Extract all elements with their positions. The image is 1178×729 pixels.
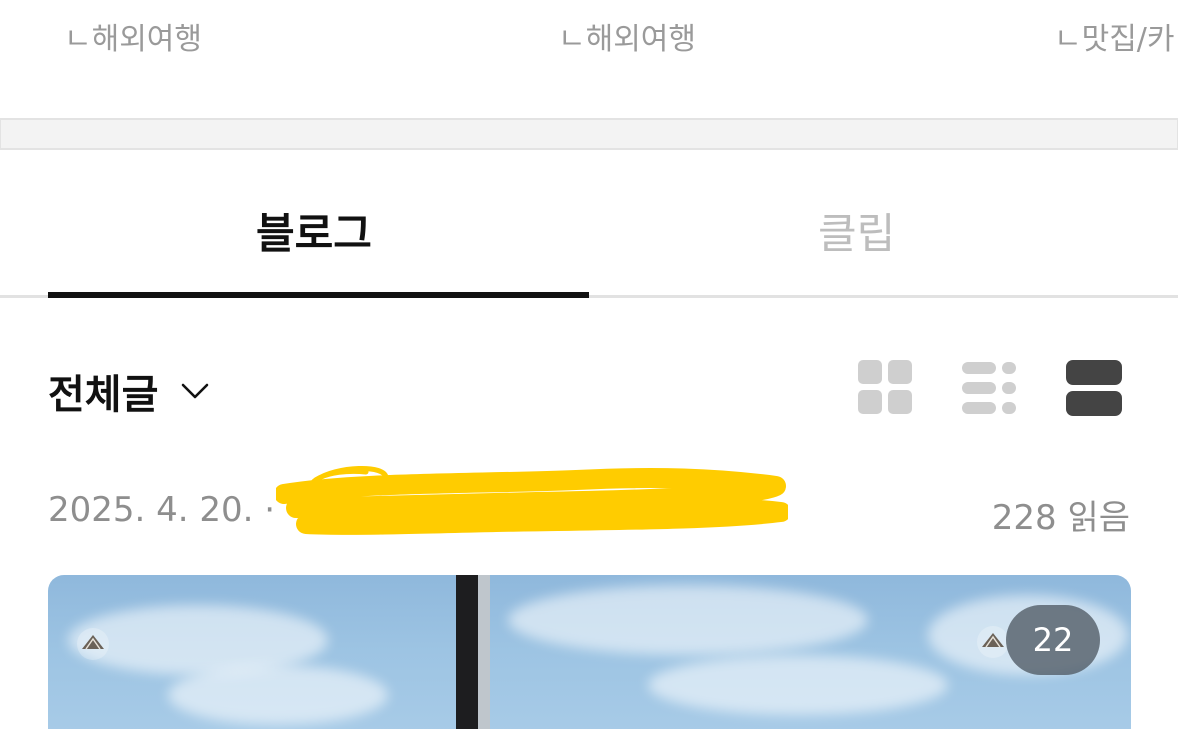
redaction-scribble xyxy=(276,466,788,535)
tab-clip[interactable]: 클립 xyxy=(818,200,895,261)
category-item[interactable]: ㄴ해외여행 xyxy=(64,14,202,58)
cloud-shape xyxy=(168,665,388,725)
pole-shape xyxy=(478,575,490,729)
section-divider xyxy=(0,118,1178,150)
tab-blog[interactable]: 블로그 xyxy=(256,200,372,261)
category-filter-dropdown[interactable]: 전체글 xyxy=(48,362,210,420)
category-item[interactable]: ㄴ해외여행 xyxy=(558,14,696,58)
cloud-shape xyxy=(648,655,948,715)
chevron-down-icon xyxy=(182,383,209,399)
grid-view-icon[interactable] xyxy=(858,360,914,416)
photo-count-badge: 22 xyxy=(1006,605,1100,675)
category-item[interactable]: ㄴ맛집/카 xyxy=(1054,14,1175,58)
post-thumbnail[interactable]: 22 xyxy=(48,575,1131,729)
shell-icon xyxy=(77,628,109,660)
category-row: ㄴ해외여행 ㄴ해외여행 ㄴ맛집/카 xyxy=(0,0,1178,118)
post-date: 2025. 4. 20. · xyxy=(48,490,276,530)
cloud-shape xyxy=(508,585,868,655)
active-tab-indicator xyxy=(48,292,589,298)
filter-label: 전체글 xyxy=(48,372,159,418)
tab-bar: 블로그 클립 xyxy=(0,150,1178,300)
view-mode-switcher xyxy=(858,360,1124,416)
read-count: 228 읽음 xyxy=(991,498,1130,538)
pole-shape xyxy=(456,575,478,729)
list-view-icon[interactable] xyxy=(962,360,1018,416)
blog-page: ㄴ해외여행 ㄴ해외여행 ㄴ맛집/카 블로그 클립 전체글 2025. 4. 20… xyxy=(0,0,1178,729)
card-view-icon[interactable] xyxy=(1066,360,1122,416)
shell-icon xyxy=(977,626,1009,658)
